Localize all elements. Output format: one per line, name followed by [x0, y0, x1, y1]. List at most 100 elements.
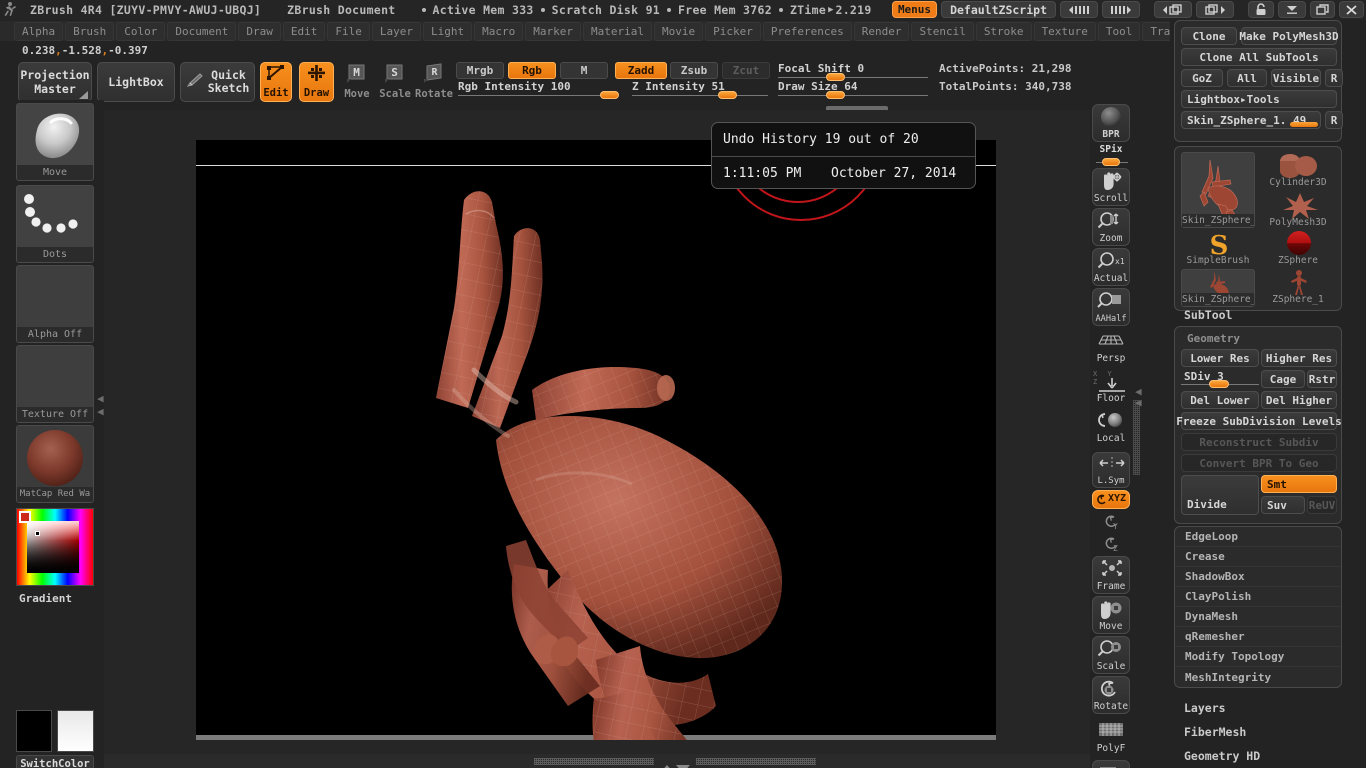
rotate-y-icon-button[interactable]: Y — [1092, 512, 1130, 532]
section-edgeloop[interactable]: EdgeLoop — [1175, 527, 1341, 547]
lock-icon-button[interactable] — [1248, 1, 1274, 18]
rotate-button[interactable]: R Rotate — [415, 62, 453, 102]
reconstruct-subdiv-button[interactable]: Reconstruct Subdiv — [1181, 433, 1337, 451]
smt-button[interactable]: Smt — [1261, 475, 1337, 493]
switch-color-button[interactable]: SwitchColor — [16, 755, 94, 768]
current-tool-slider-knob[interactable] — [1290, 122, 1318, 127]
section-claypolish[interactable]: ClayPolish — [1175, 587, 1341, 607]
scroll-button[interactable]: Scroll — [1092, 168, 1130, 206]
all-button[interactable]: All — [1227, 69, 1267, 87]
section-modify-topology[interactable]: Modify Topology — [1175, 647, 1341, 667]
canvas-vertical-scrollbar[interactable] — [1133, 400, 1140, 475]
edit-button[interactable]: Edit — [260, 62, 292, 102]
persp-button[interactable]: Persp — [1092, 328, 1130, 366]
scale-button[interactable]: S Scale — [378, 62, 412, 102]
make-polymesh3d-button[interactable]: Make PolyMesh3D — [1239, 27, 1339, 45]
menu-item-render[interactable]: Render — [853, 21, 910, 41]
rotate-z-icon-button[interactable]: Z — [1092, 534, 1130, 554]
menu-item-movie[interactable]: Movie — [653, 21, 704, 41]
actual-button[interactable]: x1 Actual — [1092, 248, 1130, 286]
secondary-color-swatch[interactable] — [57, 710, 94, 752]
tool-thumb-cylinder3d[interactable]: Cylinder3D — [1259, 152, 1337, 190]
zscript-name-button[interactable]: DefaultZScript — [941, 1, 1056, 18]
menu-item-stroke[interactable]: Stroke — [975, 21, 1032, 41]
zcut-button[interactable]: Zcut — [722, 62, 770, 79]
rotate-gizmo-button[interactable]: Rotate — [1092, 676, 1130, 714]
del-higher-button[interactable]: Del Higher — [1261, 391, 1337, 409]
suv-button[interactable]: Suv — [1261, 496, 1305, 514]
section-layers[interactable]: Layers — [1184, 701, 1226, 715]
rgb-button[interactable]: Rgb — [508, 62, 556, 79]
scroll-down-chevron-icon[interactable]: ◀ — [1135, 396, 1142, 409]
clone-button[interactable]: Clone — [1181, 27, 1237, 45]
menu-item-color[interactable]: Color — [116, 21, 166, 41]
tool-thumb-polymesh3d[interactable]: PolyMesh3D — [1259, 192, 1337, 230]
scrollbar-up-arrow-icon[interactable] — [660, 758, 674, 768]
bpr-button[interactable]: BPR — [1092, 104, 1130, 142]
transp-button[interactable] — [1092, 760, 1130, 768]
menu-item-material[interactable]: Material — [582, 21, 652, 41]
reuv-button[interactable]: ReUV — [1307, 496, 1337, 514]
frame-button[interactable]: Frame — [1092, 556, 1130, 594]
floor-button[interactable]: X Y Z Floor — [1092, 368, 1130, 406]
subtool-section-header[interactable]: SubTool — [1184, 308, 1232, 322]
menu-item-stencil[interactable]: Stencil — [911, 21, 974, 41]
section-qremesher[interactable]: qRemesher — [1175, 627, 1341, 647]
cage-button[interactable]: Cage — [1261, 370, 1305, 388]
rgb-intensity-knob[interactable] — [600, 91, 619, 99]
color-picker[interactable] — [16, 508, 94, 586]
freeze-subdivision-button[interactable]: Freeze SubDivision Levels — [1176, 412, 1342, 430]
draw-size-track[interactable] — [778, 95, 928, 96]
menu-item-preferences[interactable]: Preferences — [762, 21, 852, 41]
quick-sketch-button[interactable]: Quick Sketch — [180, 62, 255, 102]
convert-bpr-button[interactable]: Convert BPR To Geo — [1181, 454, 1337, 472]
scrollbar-right-track[interactable] — [696, 758, 816, 765]
section-dynamesh[interactable]: DynaMesh — [1175, 607, 1341, 627]
rstr-button[interactable]: Rstr — [1307, 370, 1337, 388]
menu-item-alpha[interactable]: Alpha — [14, 21, 64, 41]
section-crease[interactable]: Crease — [1175, 547, 1341, 567]
zscript-next-button[interactable] — [1102, 1, 1140, 18]
section-meshintegrity[interactable]: MeshIntegrity — [1175, 667, 1341, 687]
stroke-swatch[interactable]: Dots — [16, 185, 94, 263]
clone-all-subtools-button[interactable]: Clone All SubTools — [1181, 48, 1337, 66]
z-intensity-knob[interactable] — [718, 91, 737, 99]
texture-swatch[interactable]: Texture Off — [16, 345, 94, 423]
zadd-button[interactable]: Zadd — [615, 62, 667, 79]
menu-item-light[interactable]: Light — [422, 21, 473, 41]
lsym-button[interactable]: L.Sym — [1092, 452, 1130, 488]
zscript-prev-button[interactable] — [1060, 1, 1098, 18]
tool-thumb-zsphere-1[interactable]: ZSphere_1 — [1259, 269, 1337, 307]
draw-size-knob[interactable] — [826, 91, 845, 99]
menu-item-texture[interactable]: Texture — [1033, 21, 1096, 41]
section-fibermesh[interactable]: FiberMesh — [1184, 725, 1246, 739]
lightbox-tools-button[interactable]: Lightbox▸Tools — [1181, 90, 1337, 108]
tool-thumb-skin-zsphere-1[interactable]: Skin_ZSphere_1 — [1181, 152, 1255, 228]
lightbox-button[interactable]: LightBox — [97, 62, 175, 102]
tray-right-button[interactable] — [1196, 1, 1234, 18]
lower-res-button[interactable]: Lower Res — [1181, 349, 1259, 367]
tool-thumb-skin-zsphere-1b[interactable]: Skin_ZSphere_1 — [1181, 269, 1255, 307]
mrgb-button[interactable]: Mrgb — [456, 62, 504, 79]
menu-item-marker[interactable]: Marker — [525, 21, 581, 41]
scale-gizmo-button[interactable]: Scale — [1092, 636, 1130, 674]
maximize-restore-button[interactable] — [1310, 1, 1335, 18]
close-button[interactable] — [1339, 1, 1364, 18]
alpha-swatch[interactable]: Alpha Off — [16, 265, 94, 343]
z-intensity-track[interactable] — [632, 95, 768, 96]
higher-res-button[interactable]: Higher Res — [1261, 349, 1337, 367]
zoom-button[interactable]: Zoom — [1092, 208, 1130, 246]
section-geometry-hd[interactable]: Geometry HD — [1184, 749, 1260, 763]
menu-item-layer[interactable]: Layer — [371, 21, 421, 41]
menus-toggle-button[interactable]: Menus — [891, 1, 938, 18]
document-canvas[interactable] — [196, 140, 996, 740]
sdiv-slider[interactable]: SDiv 3 — [1181, 370, 1259, 388]
move-button[interactable]: M Move — [340, 62, 374, 102]
aahalf-button[interactable]: AAHalf — [1092, 288, 1130, 326]
draw-button[interactable]: Draw — [299, 62, 334, 102]
menu-item-edit[interactable]: Edit — [282, 21, 326, 41]
left-tray-collapse-icon[interactable]: ◀ — [97, 392, 104, 405]
left-tray-expand-icon[interactable]: ◀ — [97, 405, 104, 418]
del-lower-button[interactable]: Del Lower — [1181, 391, 1259, 409]
tool-thumb-simplebrush[interactable]: S SimpleBrush — [1181, 230, 1255, 268]
